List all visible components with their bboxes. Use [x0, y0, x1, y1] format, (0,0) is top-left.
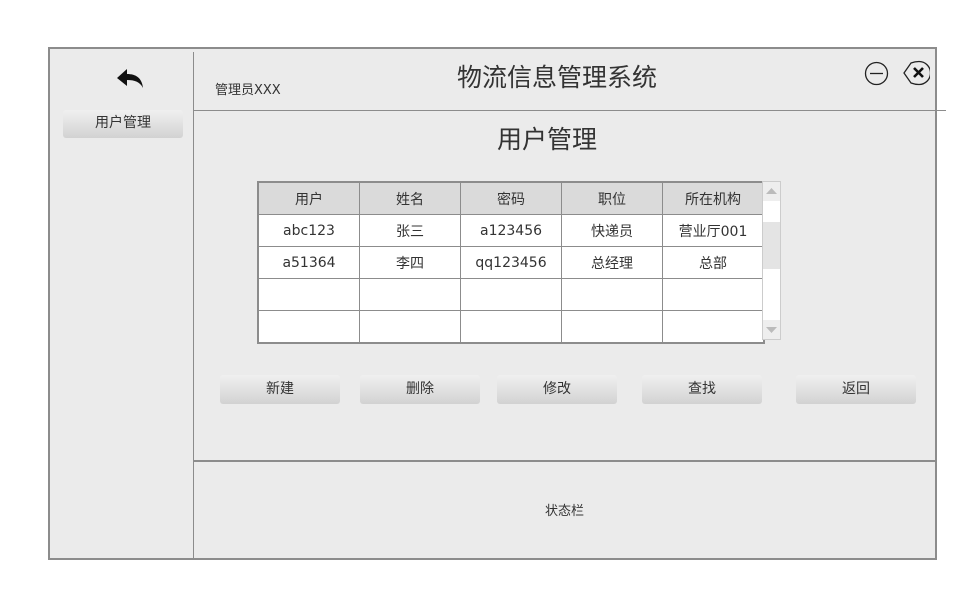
- status-bar: 状态栏: [544, 504, 584, 519]
- delete-button[interactable]: 删除: [360, 375, 480, 404]
- back-arrow-icon[interactable]: [116, 66, 146, 96]
- cell[interactable]: [359, 278, 461, 311]
- cell[interactable]: 总经理: [561, 246, 663, 279]
- cell[interactable]: [257, 310, 360, 344]
- column-header[interactable]: 所在机构: [662, 181, 765, 215]
- new-button[interactable]: 新建: [220, 375, 340, 404]
- search-button[interactable]: 查找: [642, 375, 762, 404]
- cell[interactable]: abc123: [257, 214, 360, 247]
- cell[interactable]: [460, 310, 562, 344]
- cell[interactable]: a123456: [460, 214, 562, 247]
- admin-label: 管理员XXX: [215, 83, 281, 98]
- cell[interactable]: 快递员: [561, 214, 663, 247]
- cell[interactable]: [662, 278, 765, 311]
- page-title: 用户管理: [496, 125, 597, 154]
- scroll-thumb[interactable]: [763, 222, 780, 269]
- scroll-up-icon[interactable]: [763, 182, 780, 201]
- table-scrollbar[interactable]: [762, 181, 781, 340]
- cell[interactable]: [359, 310, 461, 344]
- cell[interactable]: qq123456: [460, 246, 562, 279]
- cell[interactable]: [561, 278, 663, 311]
- column-header[interactable]: 用户: [257, 181, 360, 215]
- scroll-down-icon[interactable]: [763, 320, 780, 339]
- column-header[interactable]: 职位: [561, 181, 663, 215]
- status-divider: [194, 460, 935, 462]
- sidebar-divider: [193, 52, 194, 558]
- table-row[interactable]: [257, 310, 765, 344]
- sidebar-item-user-management[interactable]: 用户管理: [63, 110, 183, 138]
- close-icon[interactable]: [902, 60, 932, 90]
- app-title: 物流信息管理系统: [456, 63, 657, 92]
- cell[interactable]: [257, 278, 360, 311]
- minimize-icon[interactable]: [864, 61, 889, 90]
- table-header: 用户 姓名 密码 职位 所在机构: [257, 181, 765, 215]
- header-divider: [194, 110, 946, 111]
- cell[interactable]: a51364: [257, 246, 360, 279]
- column-header[interactable]: 姓名: [359, 181, 461, 215]
- edit-button[interactable]: 修改: [497, 375, 617, 404]
- table-row[interactable]: [257, 278, 765, 311]
- user-table: 用户 姓名 密码 职位 所在机构 abc123 张三 a123456 快递员 营业厅00…: [257, 181, 765, 344]
- table-row[interactable]: abc123 张三 a123456 快递员 营业厅001: [257, 214, 765, 247]
- back-button[interactable]: 返回: [796, 375, 916, 404]
- cell[interactable]: [662, 310, 765, 344]
- cell[interactable]: [561, 310, 663, 344]
- column-header[interactable]: 密码: [460, 181, 562, 215]
- cell[interactable]: [460, 278, 562, 311]
- table-row[interactable]: a51364 李四 qq123456 总经理 总部: [257, 246, 765, 279]
- cell[interactable]: 李四: [359, 246, 461, 279]
- cell[interactable]: 张三: [359, 214, 461, 247]
- cell[interactable]: 总部: [662, 246, 765, 279]
- cell[interactable]: 营业厅001: [662, 214, 765, 247]
